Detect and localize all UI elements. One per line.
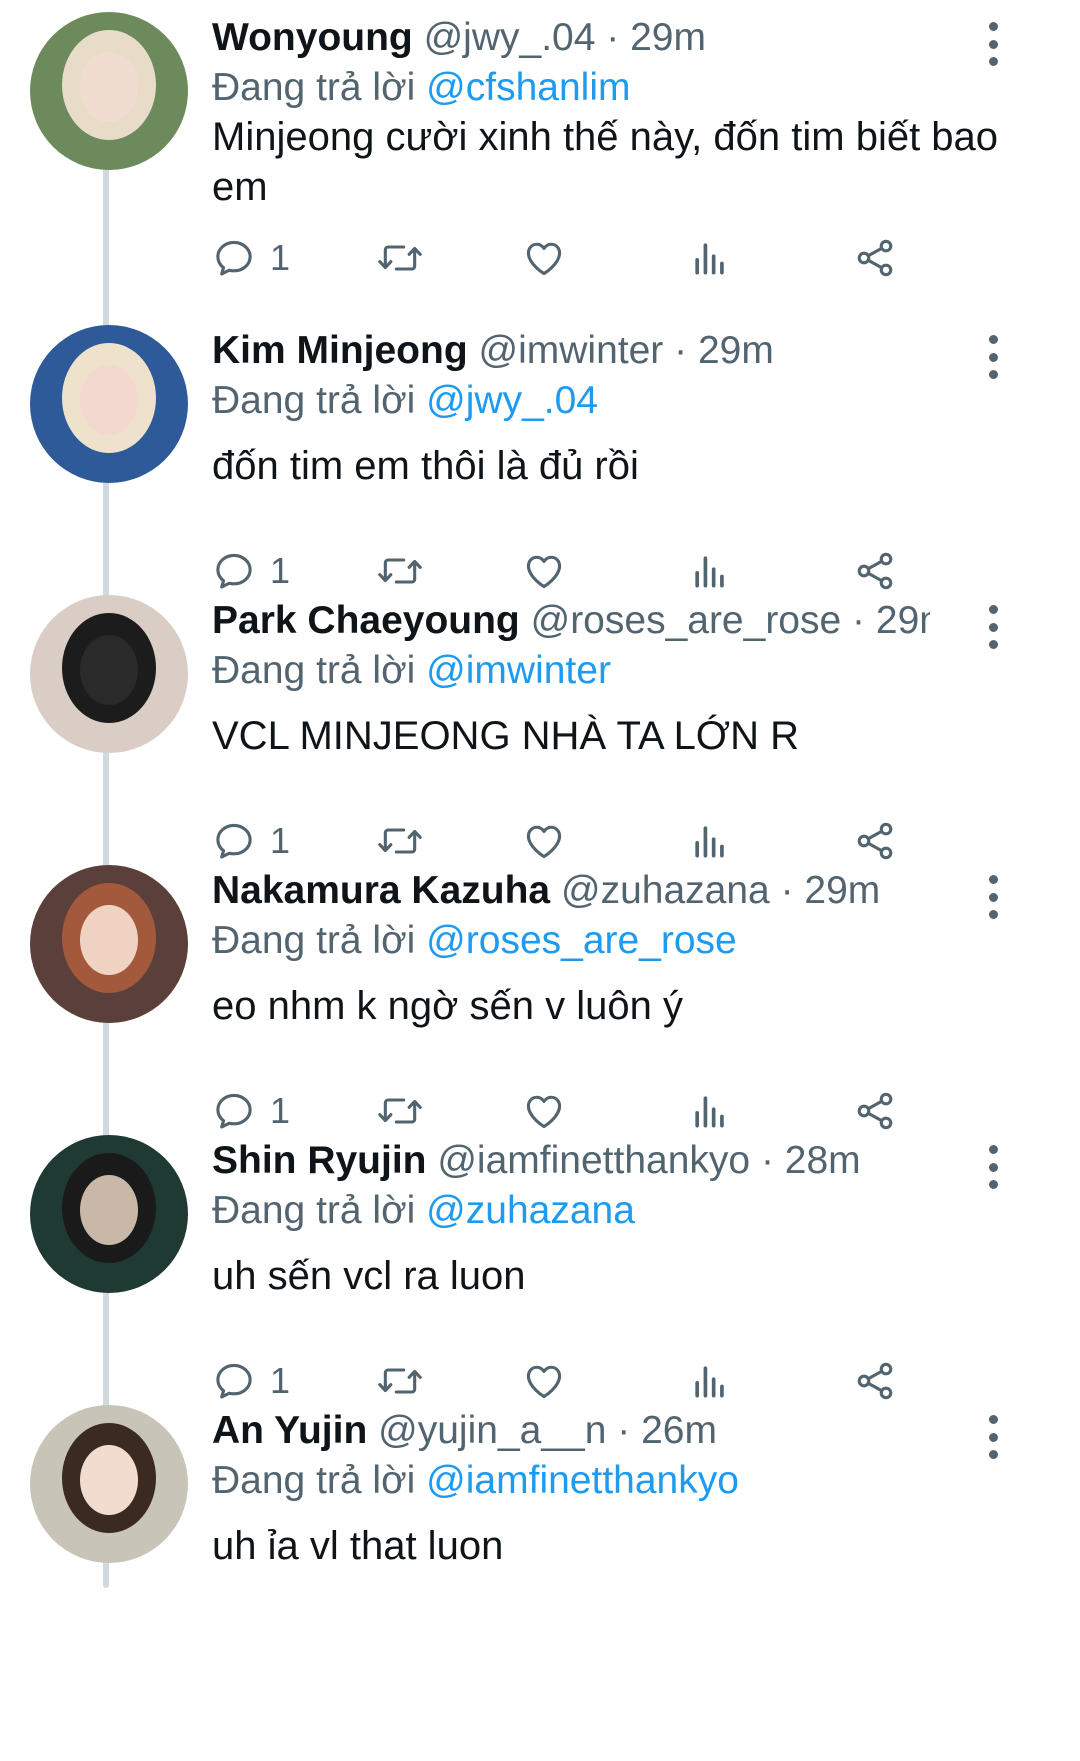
timestamp[interactable]: 29m xyxy=(698,329,774,372)
reply-icon xyxy=(212,236,256,280)
mention-link[interactable]: @imwinter xyxy=(426,649,611,692)
more-icon[interactable] xyxy=(978,605,1008,649)
more-icon[interactable] xyxy=(978,335,1008,379)
separator-dot: · xyxy=(674,329,688,372)
tweet-actions: 1 xyxy=(212,228,1012,288)
user-handle[interactable]: @imwinter xyxy=(479,329,664,372)
retweet-icon xyxy=(376,236,424,280)
avatar[interactable] xyxy=(30,1405,188,1563)
like-button[interactable] xyxy=(522,228,566,288)
like-icon xyxy=(522,236,566,280)
tweet-header: Nakamura Kazuha @zuhazana · 29m xyxy=(212,865,930,917)
replying-to: Đang trả lời @zuhazana xyxy=(212,1185,635,1237)
display-name[interactable]: An Yujin xyxy=(212,1409,367,1452)
display-name[interactable]: Nakamura Kazuha xyxy=(212,869,550,912)
avatar-face xyxy=(80,1175,138,1245)
tweet-header: An Yujin @yujin_a__n · 26m xyxy=(212,1405,930,1457)
avatar[interactable] xyxy=(30,325,188,483)
replying-to-label: Đang trả lời xyxy=(212,1189,416,1232)
mention-link[interactable]: @jwy_.04 xyxy=(426,379,598,422)
replying-to: Đang trả lời @cfshanlim xyxy=(212,62,630,114)
tweet-header: Kim Minjeong @imwinter · 29m xyxy=(212,325,930,377)
replying-to-label: Đang trả lời xyxy=(212,1459,416,1502)
display-name[interactable]: Shin Ryujin xyxy=(212,1139,427,1182)
display-name[interactable]: Kim Minjeong xyxy=(212,329,468,372)
separator-dot: · xyxy=(617,1409,631,1452)
display-name[interactable]: Wonyoung xyxy=(212,16,413,59)
separator-dot: · xyxy=(606,16,620,59)
avatar[interactable] xyxy=(30,1135,188,1293)
timestamp[interactable]: 26m xyxy=(641,1409,717,1452)
avatar-face xyxy=(80,52,138,122)
mention-link[interactable]: @cfshanlim xyxy=(426,66,630,109)
reply-thread: Wonyoung @jwy_.04 · 29m Đang trả lời @cf… xyxy=(0,0,1080,1761)
tweet-text: uh sến vcl ra luon xyxy=(212,1254,526,1298)
tweet[interactable]: Nakamura Kazuha @zuhazana · 29m Đang trả… xyxy=(0,853,1080,1158)
tweet[interactable]: Park Chaeyoung @roses_are_rose · 29m Đan… xyxy=(0,583,1080,888)
reply-count: 1 xyxy=(270,237,291,278)
tweet[interactable]: Kim Minjeong @imwinter · 29m Đang trả lờ… xyxy=(0,313,1080,618)
separator-dot: · xyxy=(852,599,866,642)
tweet-text: đốn tim em thôi là đủ rồi xyxy=(212,444,639,488)
more-icon[interactable] xyxy=(978,22,1008,66)
display-name[interactable]: Park Chaeyoung xyxy=(212,599,520,642)
replying-to: Đang trả lời @imwinter xyxy=(212,645,611,697)
replying-to-label: Đang trả lời xyxy=(212,379,416,422)
avatar[interactable] xyxy=(30,12,188,170)
mention-link[interactable]: @zuhazana xyxy=(426,1189,635,1232)
tweet-header: Park Chaeyoung @roses_are_rose · 29m xyxy=(212,595,930,647)
share-icon xyxy=(852,236,898,280)
avatar-face xyxy=(80,365,138,435)
avatar[interactable] xyxy=(30,865,188,1023)
more-icon[interactable] xyxy=(978,875,1008,919)
mention-link[interactable]: @roses_are_rose xyxy=(426,919,737,962)
timestamp[interactable]: 28m xyxy=(785,1139,861,1182)
user-handle[interactable]: @iamfinetthankyo xyxy=(437,1139,750,1182)
user-handle[interactable]: @jwy_.04 xyxy=(424,16,596,59)
replying-to-label: Đang trả lời xyxy=(212,66,416,109)
user-handle[interactable]: @yujin_a__n xyxy=(378,1409,606,1452)
tweet[interactable]: Wonyoung @jwy_.04 · 29m Đang trả lời @cf… xyxy=(0,0,1080,305)
tweet-header: Wonyoung @jwy_.04 · 29m xyxy=(212,12,930,64)
tweet-header: Shin Ryujin @iamfinetthankyo · 28m xyxy=(212,1135,930,1187)
more-icon[interactable] xyxy=(978,1145,1008,1189)
replying-to-label: Đang trả lời xyxy=(212,649,416,692)
retweet-button[interactable] xyxy=(376,228,424,288)
timestamp[interactable]: 29m xyxy=(630,16,706,59)
tweet[interactable]: An Yujin @yujin_a__n · 26m Đang trả lời … xyxy=(0,1393,1080,1698)
user-handle[interactable]: @zuhazana xyxy=(561,869,770,912)
avatar-face xyxy=(80,905,138,975)
mention-link[interactable]: @iamfinetthankyo xyxy=(426,1459,739,1502)
replying-to-label: Đang trả lời xyxy=(212,919,416,962)
tweet-text: VCL MINJEONG NHÀ TA LỚN R xyxy=(212,714,799,758)
views-button[interactable] xyxy=(688,228,732,288)
avatar-face xyxy=(80,1445,138,1515)
views-icon xyxy=(688,236,732,280)
separator-dot: · xyxy=(760,1139,774,1182)
avatar-face xyxy=(80,635,138,705)
replying-to: Đang trả lời @jwy_.04 xyxy=(212,375,598,427)
tweet-text: Minjeong cười xinh thế này, đốn tim biết… xyxy=(212,115,999,209)
separator-dot: · xyxy=(780,869,794,912)
replying-to: Đang trả lời @roses_are_rose xyxy=(212,915,737,967)
replying-to: Đang trả lời @iamfinetthankyo xyxy=(212,1455,739,1507)
more-icon[interactable] xyxy=(978,1415,1008,1459)
timestamp[interactable]: 29m xyxy=(804,869,880,912)
tweet-text: uh ỉa vl that luon xyxy=(212,1524,504,1568)
user-handle[interactable]: @roses_are_rose xyxy=(531,599,842,642)
tweet-text: eo nhm k ngờ sến v luôn ý xyxy=(212,984,683,1028)
tweet[interactable]: Shin Ryujin @iamfinetthankyo · 28m Đang … xyxy=(0,1123,1080,1428)
reply-button[interactable]: 1 xyxy=(212,228,290,288)
avatar[interactable] xyxy=(30,595,188,753)
timestamp[interactable]: 29m xyxy=(876,599,930,642)
share-button[interactable] xyxy=(852,228,898,288)
